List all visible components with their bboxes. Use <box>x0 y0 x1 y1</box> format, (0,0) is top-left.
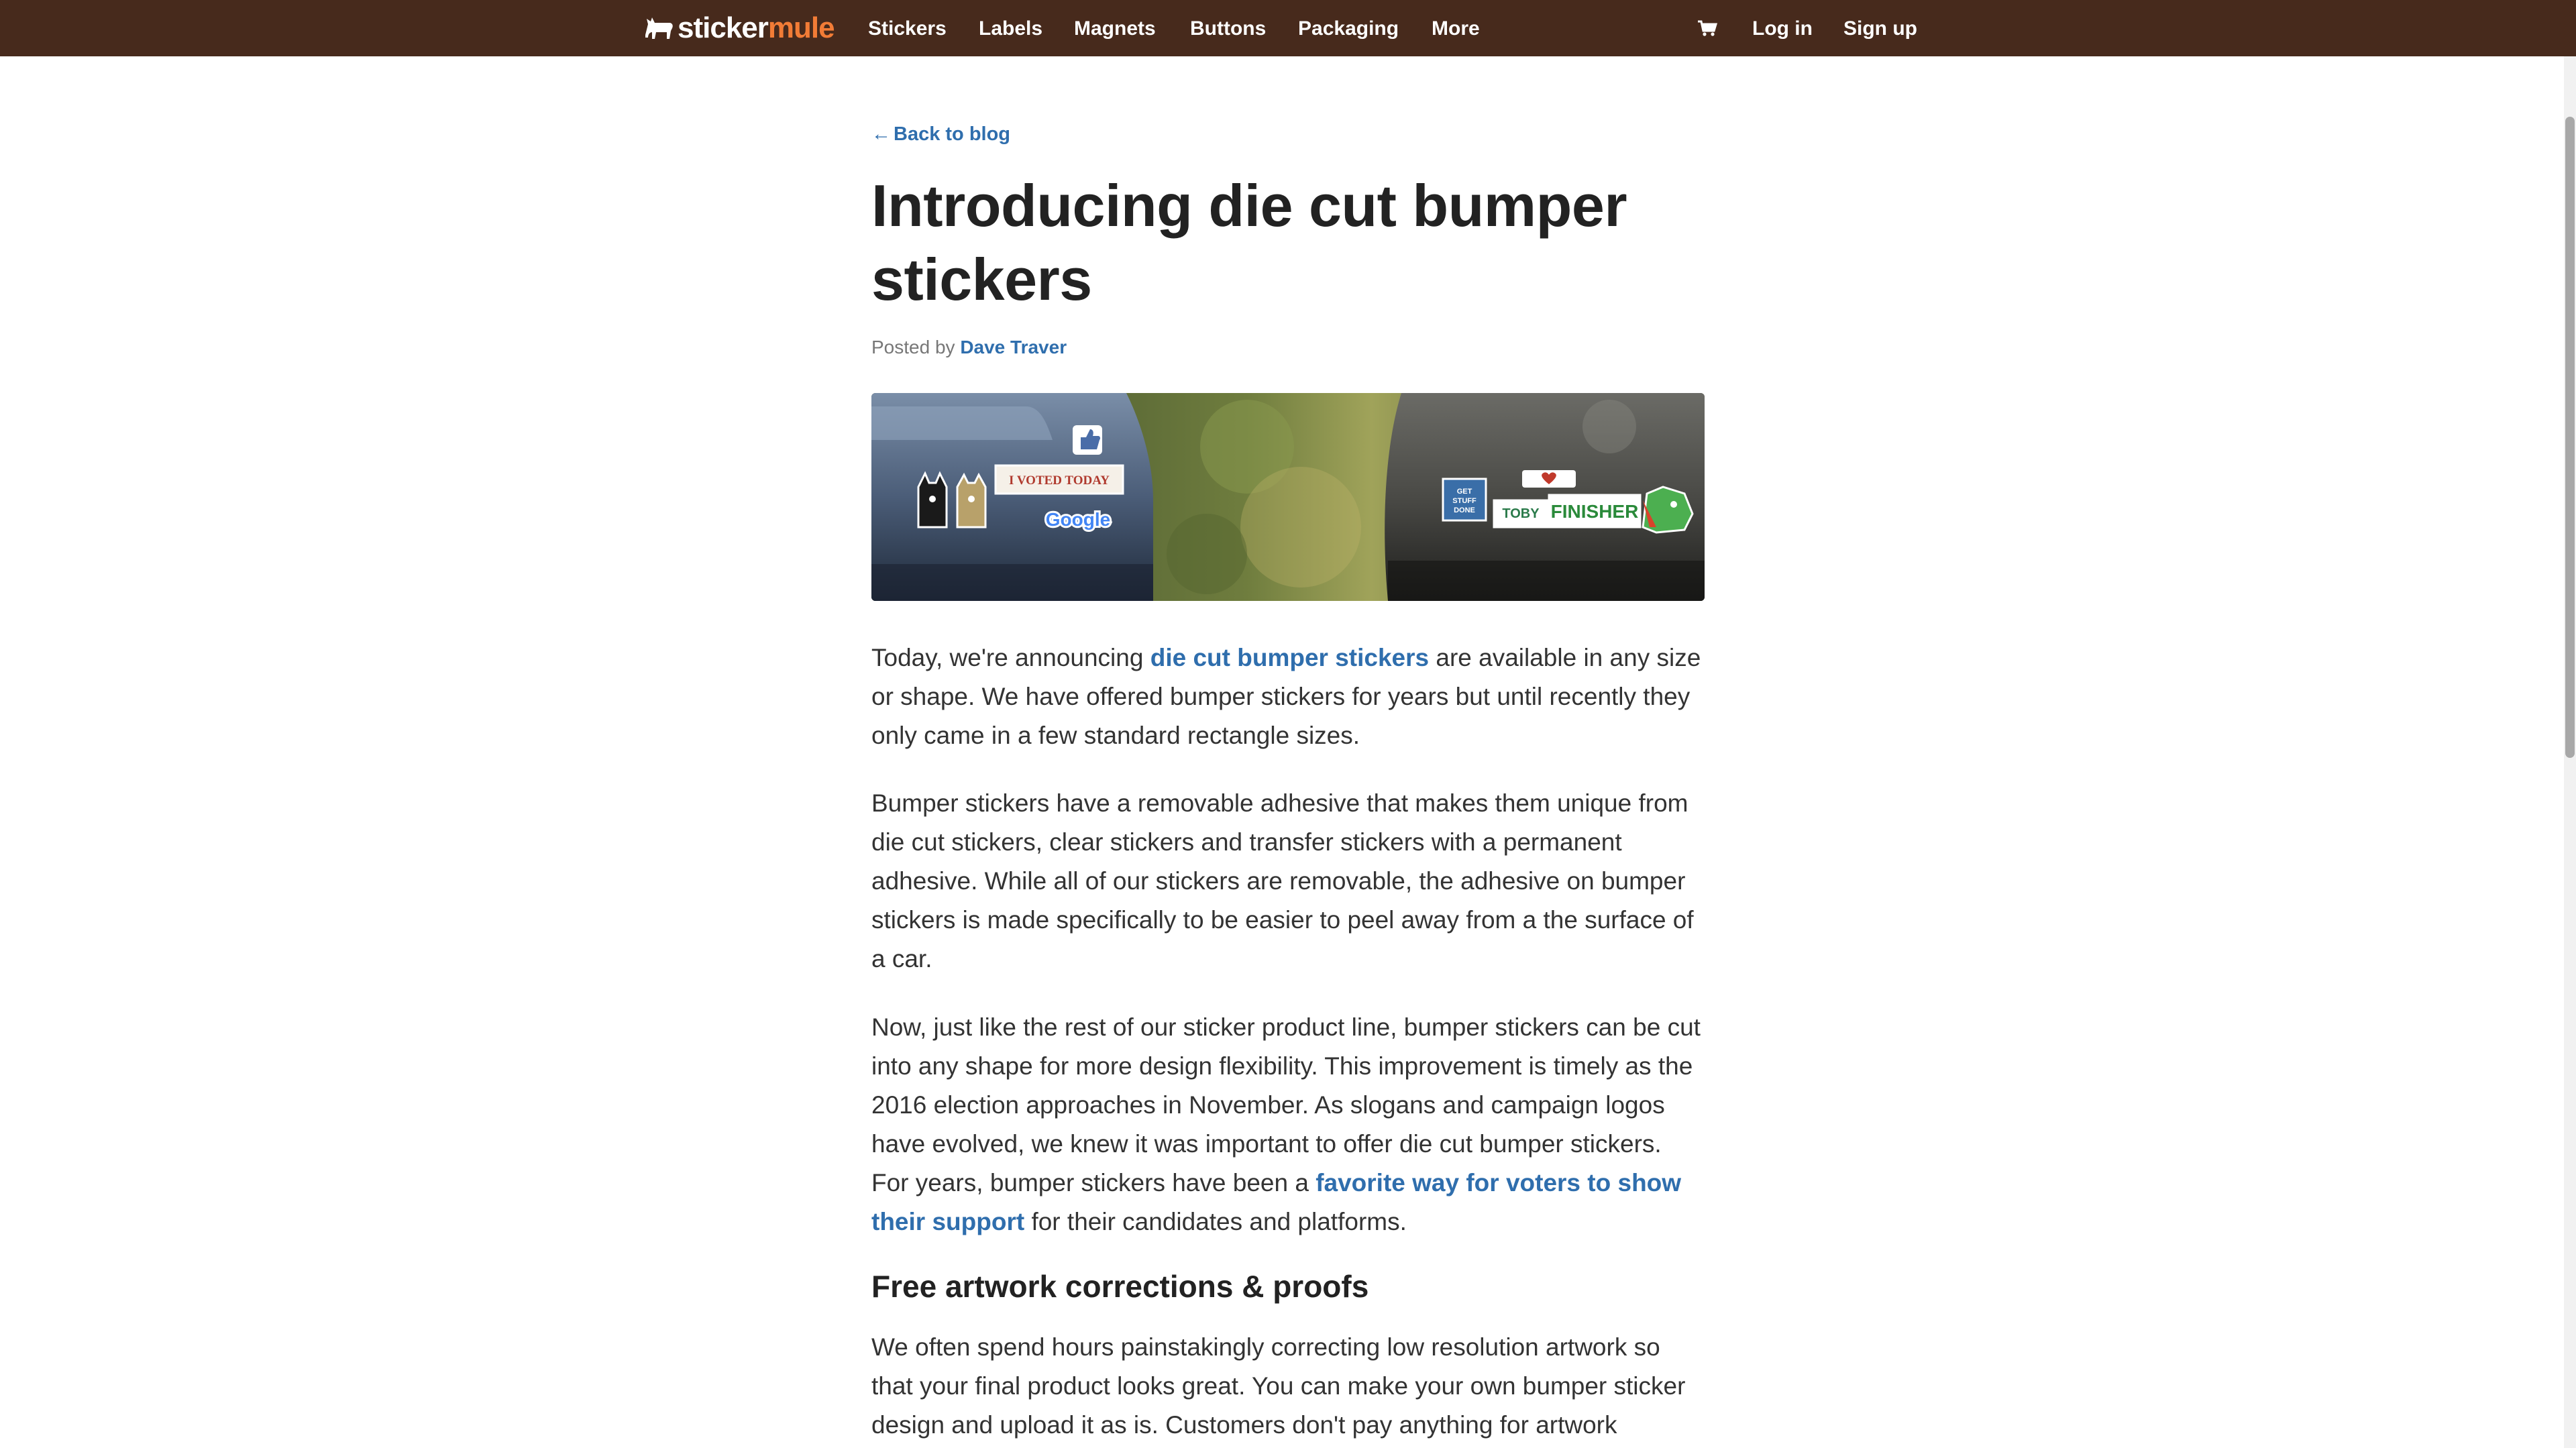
paragraph-4: We often spend hours painstakingly corre… <box>871 1333 1686 1439</box>
paragraph-1: Today, we're announcing die cut bumper s… <box>871 638 1705 755</box>
navbar-inner: stickermule Stickers Labels Magnets Butt… <box>643 0 1917 56</box>
nav-stickers[interactable]: Stickers <box>868 0 947 56</box>
sticker-heart-badge <box>1522 470 1576 488</box>
hero-image: I VOTED TODAY Google Google GET STUFF DO… <box>871 393 1705 601</box>
die-cut-bumper-stickers-link[interactable]: die cut bumper stickers <box>1150 644 1429 671</box>
logo-wordmark: stickermule <box>678 11 835 44</box>
sticker-get-stuff-done: GET STUFF DONE <box>1442 478 1487 522</box>
sticker-i-voted-today: I VOTED TODAY <box>994 464 1124 495</box>
sticker-green-dino <box>1642 486 1694 534</box>
svg-text:GET: GET <box>1457 488 1472 496</box>
section-heading-artwork: Free artwork corrections & proofs <box>871 1269 1369 1304</box>
p1-text-before: Today, we're announcing <box>871 644 1150 671</box>
nav-packaging[interactable]: Packaging <box>1298 0 1399 56</box>
bumper-stickers-photo: I VOTED TODAY Google Google GET STUFF DO… <box>871 393 1705 601</box>
page-title: Introducing die cut bumper stickers <box>871 172 1627 313</box>
nav-more[interactable]: More <box>1432 0 1480 56</box>
svg-text:TOBY: TOBY <box>1502 506 1540 521</box>
login-link[interactable]: Log in <box>1752 0 1813 56</box>
sticker-finisher: FINISHER <box>1548 494 1642 528</box>
signup-link[interactable]: Sign up <box>1843 0 1917 56</box>
p3-text-after: for their candidates and platforms. <box>1024 1208 1407 1235</box>
byline-prefix: Posted by <box>871 337 955 357</box>
nav-magnets[interactable]: Magnets <box>1074 0 1156 56</box>
top-navbar: stickermule Stickers Labels Magnets Butt… <box>0 0 2576 56</box>
sticker-thumbs-up <box>1073 425 1102 455</box>
svg-text:Google: Google <box>1046 509 1110 530</box>
nav-buttons[interactable]: Buttons <box>1190 0 1266 56</box>
paragraph-3: Now, just like the rest of our sticker p… <box>871 1008 1705 1241</box>
paragraph-2: Bumper stickers have a removable adhesiv… <box>871 789 1694 972</box>
back-to-blog-link[interactable]: ← Back to blog <box>871 123 1010 146</box>
byline: Posted by Dave Traver <box>871 337 1067 358</box>
sticker-toby: TOBY <box>1493 499 1549 528</box>
sticker-google: Google Google <box>1044 507 1112 532</box>
svg-text:DONE: DONE <box>1454 506 1475 514</box>
stickermule-logo[interactable]: stickermule <box>643 9 835 47</box>
left-arrow-icon: ← <box>871 123 891 145</box>
mule-icon <box>645 17 673 39</box>
cart-icon[interactable] <box>1697 19 1718 38</box>
page-scrollbar[interactable] <box>2564 56 2576 1448</box>
svg-text:STUFF: STUFF <box>1452 497 1477 505</box>
author-link[interactable]: Dave Traver <box>960 337 1067 357</box>
back-link-label: Back to blog <box>894 123 1011 145</box>
scrollbar-thumb[interactable] <box>2565 117 2575 758</box>
nav-labels[interactable]: Labels <box>979 0 1042 56</box>
svg-text:I VOTED TODAY: I VOTED TODAY <box>1009 474 1110 488</box>
svg-text:FINISHER: FINISHER <box>1551 501 1639 522</box>
